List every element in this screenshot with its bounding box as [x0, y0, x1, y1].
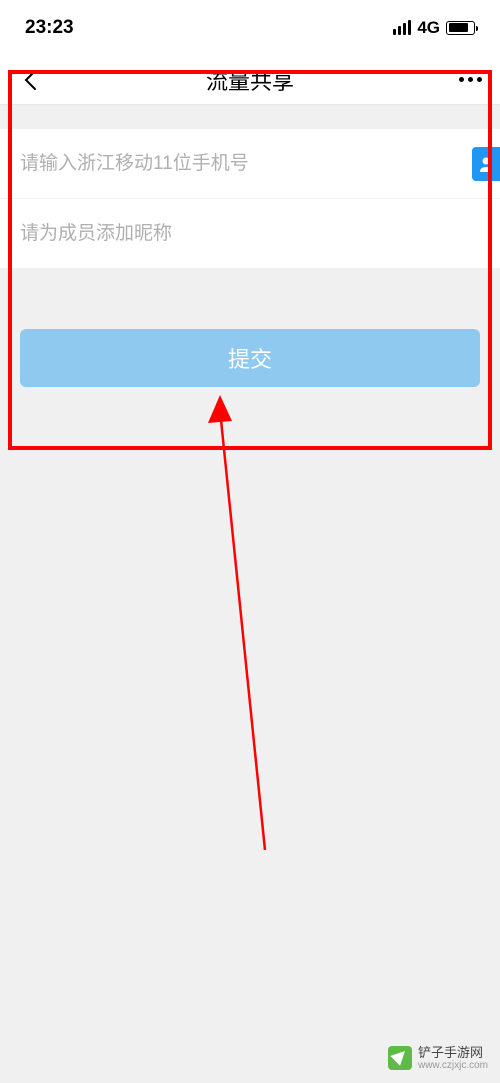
- chevron-left-icon: [23, 69, 37, 91]
- back-button[interactable]: [18, 68, 42, 92]
- contact-picker-button[interactable]: [472, 147, 500, 181]
- nav-bar: 流量共享: [0, 55, 500, 105]
- battery-icon: [446, 21, 475, 35]
- phone-input[interactable]: [20, 153, 472, 175]
- status-time: 23:23: [25, 17, 74, 39]
- submit-button[interactable]: 提交: [20, 329, 480, 387]
- watermark-name: 铲子手游网: [418, 1046, 488, 1060]
- watermark: 铲子手游网 www.czjxjc.com: [388, 1046, 488, 1071]
- contact-icon: [478, 155, 494, 173]
- watermark-url: www.czjxjc.com: [418, 1060, 488, 1071]
- watermark-logo-icon: [388, 1046, 412, 1070]
- more-button[interactable]: [459, 77, 482, 82]
- annotation-arrow: [195, 395, 275, 855]
- nickname-input[interactable]: [20, 223, 480, 245]
- content-area: 提交: [0, 105, 500, 407]
- page-title: 流量共享: [206, 64, 294, 96]
- network-label: 4G: [417, 18, 440, 38]
- nickname-input-row: [0, 199, 500, 269]
- signal-icon: [393, 20, 411, 35]
- status-right: 4G: [393, 18, 475, 38]
- status-bar: 23:23 4G: [0, 0, 500, 55]
- phone-input-row: [0, 129, 500, 199]
